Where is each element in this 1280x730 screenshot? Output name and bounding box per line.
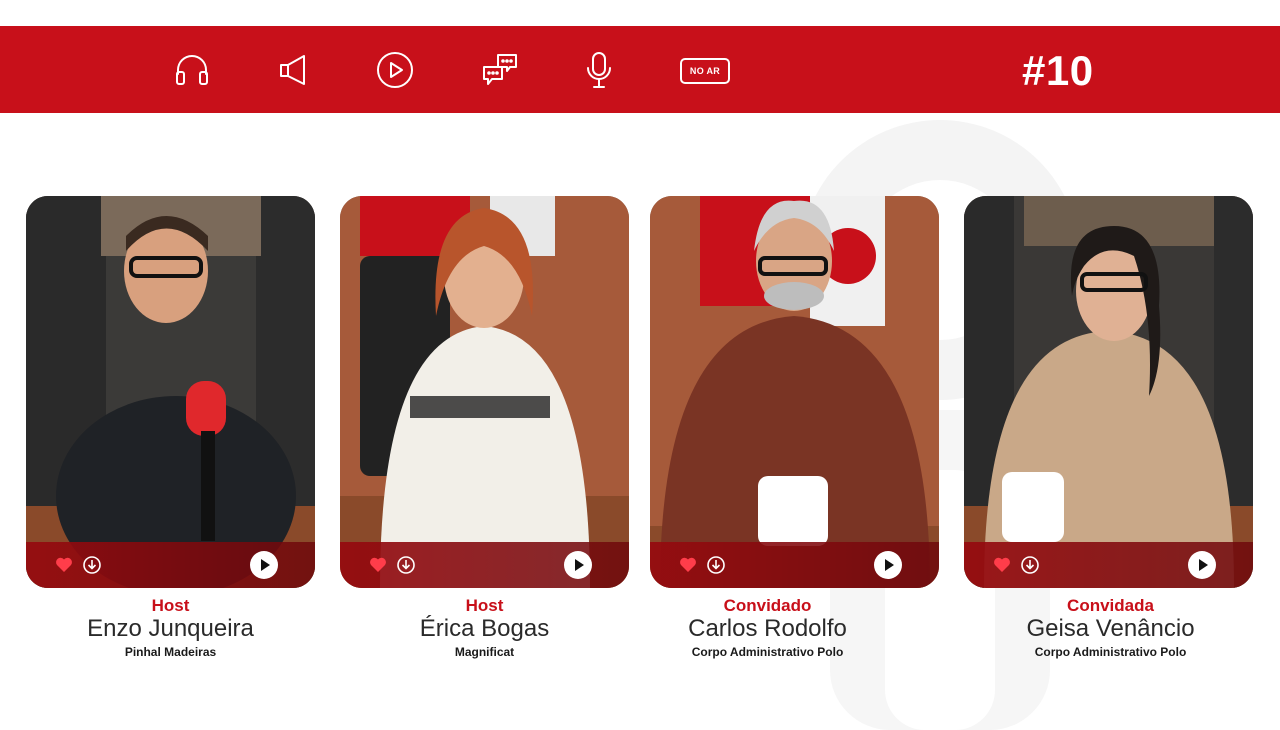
headphones-icon[interactable] [172, 50, 212, 90]
participant-caption: Host Érica Bogas Magnificat [340, 596, 629, 662]
participant-name: Carlos Rodolfo [688, 615, 847, 642]
download-icon[interactable] [396, 555, 416, 575]
participant-org: Corpo Administrativo Polo [691, 645, 844, 659]
download-icon[interactable] [1020, 555, 1040, 575]
participant-caption: Convidado Carlos Rodolfo Corpo Administr… [623, 596, 912, 662]
participant-card[interactable] [26, 196, 315, 588]
live-badge[interactable]: NO AR [680, 58, 730, 84]
heart-icon[interactable] [678, 555, 698, 575]
heart-icon[interactable] [992, 555, 1012, 575]
heart-icon[interactable] [54, 555, 74, 575]
participant-org: Magnificat [454, 645, 515, 659]
card-controls [650, 542, 939, 588]
participant-role: Convidado [723, 596, 812, 615]
download-icon[interactable] [82, 555, 102, 575]
episode-number: #10 [1022, 47, 1094, 94]
download-icon[interactable] [706, 555, 726, 575]
participant-org: Pinhal Madeiras [124, 645, 217, 659]
play-icon[interactable] [873, 550, 903, 580]
participant-photo [340, 196, 629, 588]
heart-icon[interactable] [368, 555, 388, 575]
card-controls [26, 542, 315, 588]
play-icon[interactable] [249, 550, 279, 580]
microphone-icon[interactable] [579, 50, 619, 90]
participant-caption: Host Enzo Junqueira Pinhal Madeiras [26, 596, 315, 662]
megaphone-icon[interactable] [274, 50, 314, 90]
play-circle-icon[interactable] [375, 50, 415, 90]
participant-role: Host [465, 596, 504, 615]
participant-card[interactable] [964, 196, 1253, 588]
card-controls [340, 542, 629, 588]
participant-photo [26, 196, 315, 588]
play-icon[interactable] [563, 550, 593, 580]
participant-card[interactable] [340, 196, 629, 588]
chat-bubbles-icon[interactable] [480, 50, 520, 90]
card-controls [964, 542, 1253, 588]
participant-photo [964, 196, 1253, 588]
participant-name: Érica Bogas [419, 615, 550, 642]
participant-card[interactable] [650, 196, 939, 588]
participant-role: Host [151, 596, 190, 615]
participant-photo [650, 196, 939, 588]
participant-name: Geisa Venâncio [1026, 615, 1195, 642]
participant-role: Convidada [1067, 596, 1154, 615]
participant-name: Enzo Junqueira [87, 615, 254, 642]
participant-org: Corpo Administrativo Polo [1034, 645, 1187, 659]
play-icon[interactable] [1187, 550, 1217, 580]
participant-caption: Convidada Geisa Venâncio Corpo Administr… [966, 596, 1255, 662]
